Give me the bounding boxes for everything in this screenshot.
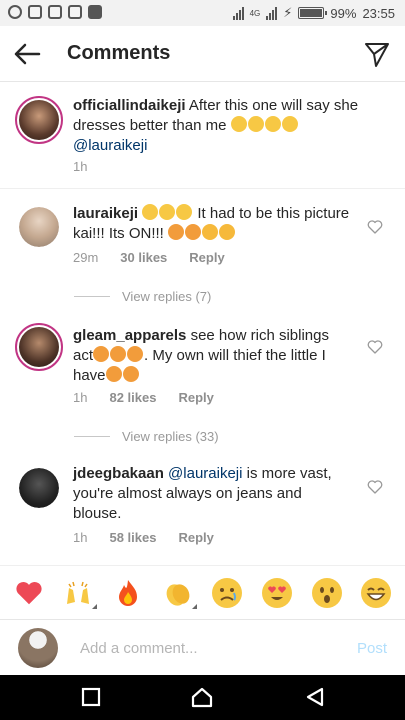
clapping-hands-emoji[interactable] [162,577,197,609]
comment-item: lauraikeji It had to be this picture kai… [0,200,405,310]
rofl-emoji [202,224,219,240]
avatar[interactable] [15,96,63,144]
caption-text: officiallindaikeji After this one will s… [73,96,373,156]
username[interactable]: jdeegbakaan [73,465,164,482]
laughing-emoji [142,204,159,220]
charging-icon: ⚡ [283,5,293,20]
laughing-emoji [159,204,176,220]
avatar [18,628,58,668]
likes-count[interactable]: 30 likes [120,250,167,265]
view-replies-label: View replies (33) [122,429,219,444]
mention-link[interactable]: @lauraikeji [73,137,147,154]
view-replies-label: View replies (7) [122,289,212,304]
angry-emoji [127,346,144,362]
comment-meta: 1h [73,159,87,174]
laughing-emoji [230,116,247,132]
timestamp: 1h [73,159,88,174]
send-direct-icon[interactable] [363,40,391,68]
laughing-emoji [264,116,281,132]
divider-line [74,296,110,297]
reply-button[interactable]: Reply [189,250,224,265]
comment-input[interactable] [80,636,320,660]
comment-text: jdeegbakaan @lauraikeji is more vast, yo… [73,464,353,524]
raised-hands-emoji[interactable] [62,577,98,609]
angry-emoji [122,366,139,382]
comment-meta: 1h 58 likes Reply [73,530,214,545]
facebook-icon [28,5,42,19]
back-arrow-icon[interactable] [12,40,42,68]
view-replies-button[interactable]: View replies (33) [74,429,219,444]
signal-icon-2 [266,6,278,20]
page-title: Comments [67,42,171,64]
comment-composer: Post [0,619,405,675]
reply-button[interactable]: Reply [178,390,213,405]
youtube-icon [88,5,102,19]
divider [0,188,405,189]
whatsapp-icon [8,5,22,19]
back-icon[interactable] [304,686,326,708]
angry-emoji [93,346,110,362]
timestamp: 29m [73,250,99,265]
heart-eyes-emoji[interactable] [261,577,293,609]
comment-text: gleam_apparels see how rich siblings act… [73,326,353,386]
instagram-icon [68,5,82,19]
angry-emoji [105,366,122,382]
chevron-corner-icon [191,603,197,609]
timestamp: 1h [73,390,88,405]
rofl-emoji [219,224,236,240]
angry-emoji [185,224,202,240]
signal-icon [232,6,244,20]
comment-meta: 1h 82 likes Reply [73,390,214,405]
comment-item: gleam_apparels see how rich siblings act… [0,320,405,450]
laughing-emoji [176,204,193,220]
comment-meta: 29m 30 likes Reply [73,250,225,265]
angry-emoji [168,224,185,240]
sad-face-emoji[interactable] [211,577,243,609]
recent-apps-icon[interactable] [80,686,102,708]
fire-emoji[interactable] [112,577,144,609]
username[interactable]: gleam_apparels [73,327,186,344]
emoji-quick-bar [0,565,405,619]
comment-text: lauraikeji It had to be this picture kai… [73,204,353,244]
comment-item: jdeegbakaan @lauraikeji is more vast, yo… [0,460,405,560]
avatar[interactable] [19,207,59,247]
caption: officiallindaikeji After this one will s… [0,90,405,185]
battery-icon [298,7,328,19]
avatar[interactable] [19,468,59,508]
system-nav-bar [0,675,405,720]
likes-count[interactable]: 82 likes [109,390,156,405]
post-button[interactable]: Post [357,640,387,657]
angry-emoji [110,346,127,362]
mention-link[interactable]: @lauraikeji [168,465,242,482]
network-type: 4G [249,8,261,18]
laughing-emoji [281,116,298,132]
heart-icon[interactable] [13,577,45,609]
home-icon[interactable] [191,686,213,708]
gallery-icon [48,5,62,19]
username[interactable]: lauraikeji [73,205,138,222]
system-status: 4G ⚡ 99% 23:55 [232,5,395,21]
chevron-corner-icon [92,603,98,609]
status-bar: 4G ⚡ 99% 23:55 [0,0,405,26]
notification-icons [8,5,102,19]
header: Comments [0,26,405,82]
reply-button[interactable]: Reply [178,530,213,545]
like-heart-icon[interactable] [367,219,383,235]
like-heart-icon[interactable] [367,479,383,495]
laughing-emoji [247,116,264,132]
view-replies-button[interactable]: View replies (7) [74,289,211,304]
grinning-face-emoji[interactable] [360,577,392,609]
likes-count[interactable]: 58 likes [109,530,156,545]
divider-line [74,436,110,437]
timestamp: 1h [73,530,88,545]
username[interactable]: officiallindaikeji [73,97,186,114]
clock: 23:55 [362,5,395,21]
surprised-face-emoji[interactable] [311,577,343,609]
like-heart-icon[interactable] [367,339,383,355]
battery-level: 99% [330,5,357,21]
avatar[interactable] [15,323,63,371]
